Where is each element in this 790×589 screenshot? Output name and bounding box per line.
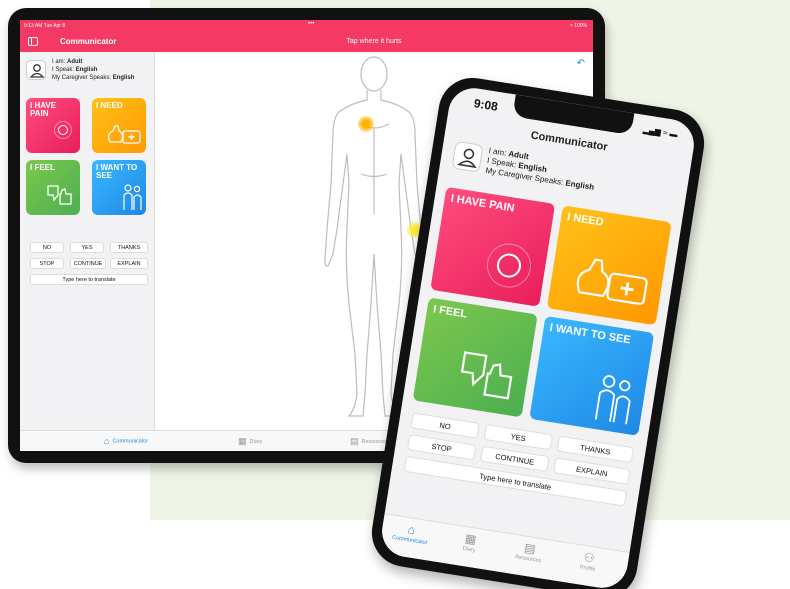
tab-resources[interactable]: ▤ Resources [350, 436, 388, 447]
resources-icon: ▤ [350, 436, 359, 446]
avatar [451, 140, 484, 173]
status-time: 9:13 AM Tue Apr 8 [24, 23, 66, 29]
diary-icon: ▦ [238, 436, 247, 446]
tab-communicator[interactable]: ⌂ Communicator [385, 519, 438, 548]
sidebar-toggle-icon[interactable] [28, 37, 38, 46]
tile-label: I WANT TO SEE [96, 163, 138, 181]
explain-button[interactable]: EXPLAIN [110, 258, 148, 269]
header-bar: Communicator Tap where it hurts [20, 32, 593, 52]
family-icon [594, 375, 631, 425]
user-language: English [75, 67, 98, 73]
tile-i-feel[interactable]: I FEEL [412, 297, 538, 418]
tile-label: I FEEL [432, 303, 468, 321]
tile-label: I NEED [566, 211, 605, 229]
tile-label: I FEEL [30, 163, 55, 172]
tile-i-want-to-see[interactable]: I WANT TO SEE [92, 160, 146, 215]
home-icon: ⌂ [104, 436, 110, 446]
status-time: 9:08 [472, 96, 499, 114]
stop-button[interactable]: STOP [30, 258, 64, 269]
header-title: Communicator [60, 37, 117, 46]
user-profile-card[interactable]: I am: Adult I Speak: English My Caregive… [26, 58, 151, 88]
signal-icon: ▂▄▆ ≈ ▬ [642, 124, 679, 140]
user-languages: I am: Adult I Speak: English My Caregive… [484, 146, 595, 192]
continue-button[interactable]: CONTINUE [479, 445, 550, 473]
avatar [26, 60, 46, 80]
tab-diary[interactable]: ▦ Diary [444, 528, 497, 557]
person-icon [457, 148, 477, 169]
tile-i-need[interactable]: I NEED [92, 98, 146, 153]
continue-button[interactable]: CONTINUE [70, 258, 106, 269]
yes-button[interactable]: YES [483, 423, 554, 451]
tile-i-want-to-see[interactable]: I WANT TO SEE [529, 315, 655, 436]
medical-supplies-icon [107, 125, 141, 144]
tile-label: I WANT TO SEE [548, 321, 632, 347]
multitask-dots[interactable]: ••• [308, 21, 314, 27]
undo-icon[interactable]: ↶ [577, 58, 585, 69]
tile-i-need[interactable]: I NEED [546, 205, 672, 326]
yes-button[interactable]: YES [70, 242, 104, 253]
tile-label: I NEED [96, 101, 123, 110]
tile-i-have-pain[interactable]: I HAVE PAIN [430, 186, 556, 307]
body-map-hint: Tap where it hurts [346, 38, 402, 45]
thumbs-icon [460, 351, 513, 400]
thumbs-icon [47, 185, 72, 205]
family-icon [123, 184, 142, 210]
person-icon [29, 64, 45, 78]
battery-indicator: ≈ 100% [570, 23, 587, 29]
status-bar: 9:13 AM Tue Apr 8 ••• ≈ 100% [20, 20, 593, 32]
translate-input[interactable]: Type here to translate [30, 274, 148, 285]
tab-communicator[interactable]: ⌂ Communicator [104, 436, 148, 446]
tab-bar: ⌂ Communicator ▦ Diary ▤ Resources ⚇ Profile [378, 513, 630, 589]
user-languages: I am: Adult I Speak: English My Caregive… [52, 59, 135, 81]
thanks-button[interactable]: THANKS [110, 242, 148, 253]
user-type: Adult [67, 59, 83, 65]
caregiver-language: English [112, 75, 135, 81]
tile-i-have-pain[interactable]: I HAVE PAIN [26, 98, 80, 153]
tile-label: I HAVE PAIN [30, 101, 57, 119]
no-button[interactable]: NO [410, 412, 480, 439]
battery-level: 100% [574, 23, 587, 29]
tile-label: I HAVE PAIN [449, 192, 516, 215]
pain-icon [58, 125, 68, 135]
tab-profile[interactable]: ⚇ Profile [562, 547, 615, 576]
tab-resources[interactable]: ▤ Resources [503, 538, 556, 567]
medical-supplies-icon [576, 258, 648, 306]
no-button[interactable]: NO [30, 242, 64, 253]
tab-diary[interactable]: ▦ Diary [238, 436, 262, 447]
stop-button[interactable]: STOP [406, 434, 477, 461]
tile-i-feel[interactable]: I FEEL [26, 160, 80, 215]
pain-point-marker[interactable] [358, 116, 374, 132]
